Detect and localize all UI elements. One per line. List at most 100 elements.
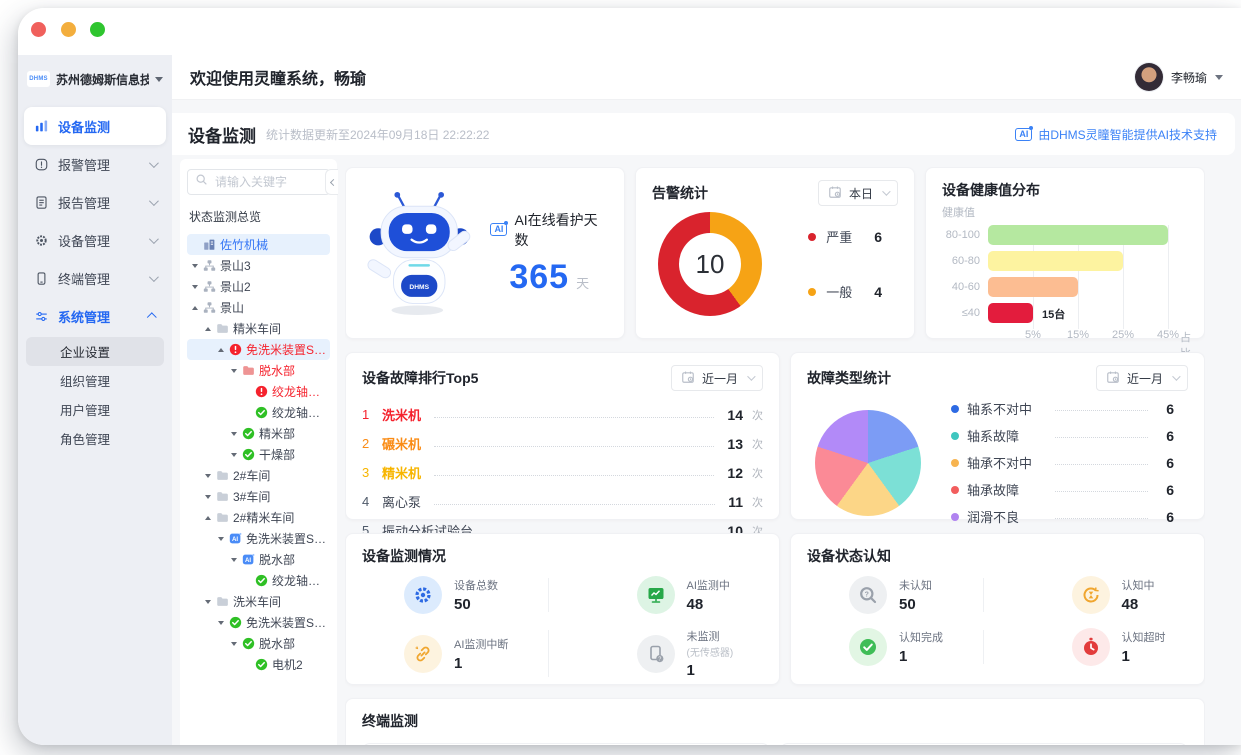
fault-rank-card: 设备故障排行Top5 近一月 1洗米机14次2碾米机13次3精米机12次4离心泵…	[345, 352, 780, 520]
tree-node[interactable]: 精米部	[187, 423, 330, 444]
company-selector[interactable]: DHMS 苏州德姆斯信息技术有...	[18, 61, 172, 97]
health-bar	[988, 303, 1033, 323]
dotted-leader	[434, 412, 714, 418]
alert-icon	[229, 343, 242, 356]
sidebar-subitem-2[interactable]: 组织管理	[26, 366, 164, 395]
tree-node[interactable]: 免洗米装置SJR36A	[187, 339, 330, 360]
stat-item: 认知完成1	[807, 628, 998, 666]
tree-node[interactable]: 绞龙轴承自由端	[187, 570, 330, 591]
caret-down-icon[interactable]	[216, 537, 225, 541]
tree-node[interactable]: 电机2	[187, 654, 330, 675]
sidebar-item-label: 设备管理	[58, 231, 110, 250]
maximize-window-button[interactable]	[90, 22, 105, 37]
calendar-icon	[828, 185, 842, 202]
caret-up-icon[interactable]	[190, 306, 199, 310]
tree-node[interactable]: 洗米车间	[187, 591, 330, 612]
tree-node[interactable]: 精米车间	[187, 318, 330, 339]
calendar-icon	[1106, 370, 1120, 387]
alarm-range-dropdown[interactable]: 本日	[818, 180, 898, 206]
search-input[interactable]	[213, 174, 322, 190]
sidebar-subitem-4[interactable]: 角色管理	[26, 424, 164, 453]
caret-down-icon[interactable]	[203, 600, 212, 604]
rank-range-dropdown[interactable]: 近一月	[671, 365, 763, 391]
legend-value: 4	[874, 284, 882, 300]
tree-node[interactable]: 景山2	[187, 276, 330, 297]
tree-node[interactable]: 2#精米车间	[187, 507, 330, 528]
caret-down-icon[interactable]	[216, 621, 225, 625]
type-range-dropdown[interactable]: 近一月	[1096, 365, 1188, 391]
tree-node[interactable]: AI脱水部	[187, 549, 330, 570]
caret-down-icon[interactable]	[229, 642, 238, 646]
tree-node[interactable]: 脱水部	[187, 633, 330, 654]
link-icon	[404, 635, 442, 673]
tree-node-label: 景山3	[220, 257, 251, 274]
sidebar-item-4[interactable]: 设备管理	[24, 221, 166, 259]
sidebar-item-5[interactable]: 终端管理	[24, 259, 166, 297]
deviceq-icon: ?	[637, 635, 675, 673]
caret-down-icon[interactable]	[229, 432, 238, 436]
health-bar	[988, 277, 1078, 297]
sidebar-subitem-3[interactable]: 用户管理	[26, 395, 164, 424]
legend-label: 一般	[826, 282, 852, 301]
ai-support-link[interactable]: AI 由DHMS灵瞳智能提供AI技术支持	[1015, 126, 1217, 143]
minimize-window-button[interactable]	[61, 22, 76, 37]
check-icon	[242, 637, 255, 650]
caret-down-icon[interactable]	[190, 285, 199, 289]
caret-up-icon[interactable]	[216, 348, 225, 352]
chevron-down-icon	[882, 187, 890, 195]
caret-down-icon[interactable]	[229, 453, 238, 457]
stat-value: 1	[899, 648, 943, 665]
sidebar-item-2[interactable]: 报警管理	[24, 145, 166, 183]
tree-node[interactable]: 脱水部	[187, 360, 330, 381]
caret-down-icon[interactable]	[203, 474, 212, 478]
site-icon	[203, 259, 216, 272]
system-icon	[34, 309, 49, 324]
tree-collapse-toggle[interactable]	[325, 169, 338, 195]
caret-down-icon[interactable]	[229, 369, 238, 373]
tree-search[interactable]	[187, 169, 330, 195]
caret-down-icon[interactable]	[190, 264, 199, 268]
card-title: 故障类型统计	[807, 368, 891, 388]
caret-down-icon[interactable]	[203, 495, 212, 499]
tree-node[interactable]: 免洗米装置SJR36A	[187, 612, 330, 633]
site-icon	[203, 301, 216, 314]
robot-mascot-illustration: DHMS	[362, 187, 476, 319]
sidebar-subitem-1[interactable]: 企业设置	[26, 337, 164, 366]
calendar-icon	[681, 370, 695, 387]
folder-icon	[216, 595, 229, 608]
device-cognition-stats: ?未认知50认知中48认知完成1认知超时1	[807, 576, 1188, 666]
stat-text: 未认知50	[899, 577, 932, 613]
stat-value: 48	[1122, 596, 1155, 613]
window-titlebar	[18, 8, 1241, 55]
tree-node[interactable]: 干燥部	[187, 444, 330, 465]
fault-rank-row: 4离心泵11次	[362, 487, 763, 516]
tree-node[interactable]: 2#车间	[187, 465, 330, 486]
fault-rank-row: 3精米机12次	[362, 458, 763, 487]
caret-up-icon[interactable]	[203, 516, 212, 520]
caret-down-icon[interactable]	[229, 558, 238, 562]
stat-label: 未监测	[687, 628, 734, 644]
tree-node[interactable]: 景山	[187, 297, 330, 318]
tree-node[interactable]: 绞龙轴承自由端	[187, 402, 330, 423]
user-menu[interactable]: 李畅瑜	[1135, 63, 1223, 91]
sidebar-item-3[interactable]: 报告管理	[24, 183, 166, 221]
tree-node[interactable]: AI免洗米装置SJR36A	[187, 528, 330, 549]
tree-node[interactable]: 绞龙轴承驱动端	[187, 381, 330, 402]
check-icon	[242, 427, 255, 440]
tree-node[interactable]: 佐竹机械	[187, 234, 330, 255]
tree-node-label: 精米车间	[233, 320, 281, 337]
close-window-button[interactable]	[31, 22, 46, 37]
chevron-down-icon	[149, 158, 159, 168]
sidebar-item-label: 系统管理	[58, 307, 110, 326]
caret-up-icon[interactable]	[203, 327, 212, 331]
ai-days-label: AI在线看护天数	[514, 210, 608, 250]
card-title: 设备故障排行Top5	[362, 368, 478, 388]
svg-text:AI: AI	[245, 557, 251, 564]
alarm-icon	[34, 157, 49, 172]
legend-label: 严重	[826, 227, 852, 246]
tree-node[interactable]: 3#车间	[187, 486, 330, 507]
fault-count: 14	[727, 407, 743, 423]
sidebar-item-1[interactable]: 设备监测	[24, 107, 166, 145]
tree-node[interactable]: 景山3	[187, 255, 330, 276]
sidebar-item-6[interactable]: 系统管理	[24, 297, 166, 335]
